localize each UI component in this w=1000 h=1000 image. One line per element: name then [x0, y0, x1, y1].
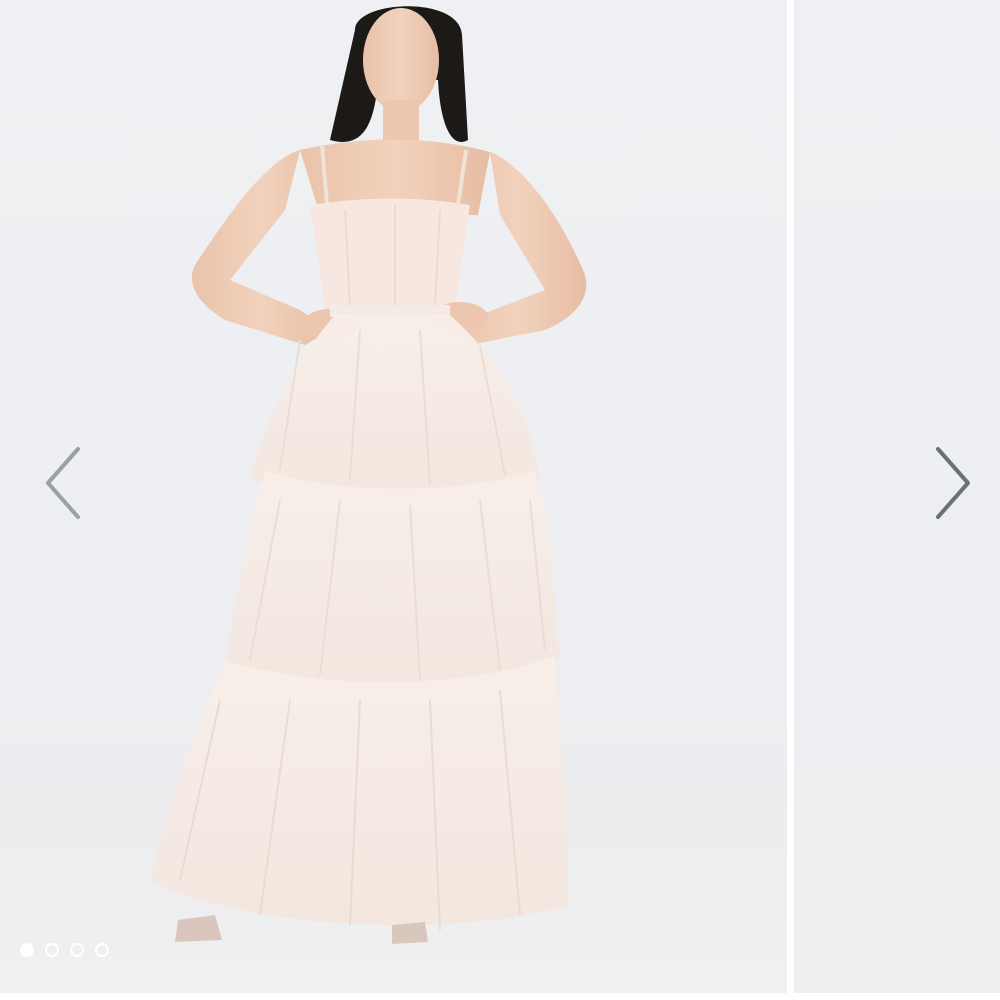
- pagination-dot-4[interactable]: [95, 943, 109, 957]
- pagination-dot-1[interactable]: [20, 943, 34, 957]
- pagination-dot-2[interactable]: [45, 943, 59, 957]
- carousel-pagination-dots: [20, 940, 109, 960]
- chevron-right-icon: [936, 447, 970, 519]
- slide-divider: [787, 0, 794, 1000]
- previous-slide-button[interactable]: [32, 438, 92, 528]
- chevron-left-icon: [46, 447, 80, 519]
- studio-floor: [794, 765, 1000, 993]
- bottom-edge: [0, 993, 1000, 1000]
- pagination-dot-3[interactable]: [70, 943, 84, 957]
- image-carousel[interactable]: [0, 0, 1000, 1000]
- carousel-slide-current[interactable]: [0, 0, 787, 993]
- model-in-tiered-tulle-gown-image: [150, 6, 587, 944]
- next-slide-button[interactable]: [924, 438, 984, 528]
